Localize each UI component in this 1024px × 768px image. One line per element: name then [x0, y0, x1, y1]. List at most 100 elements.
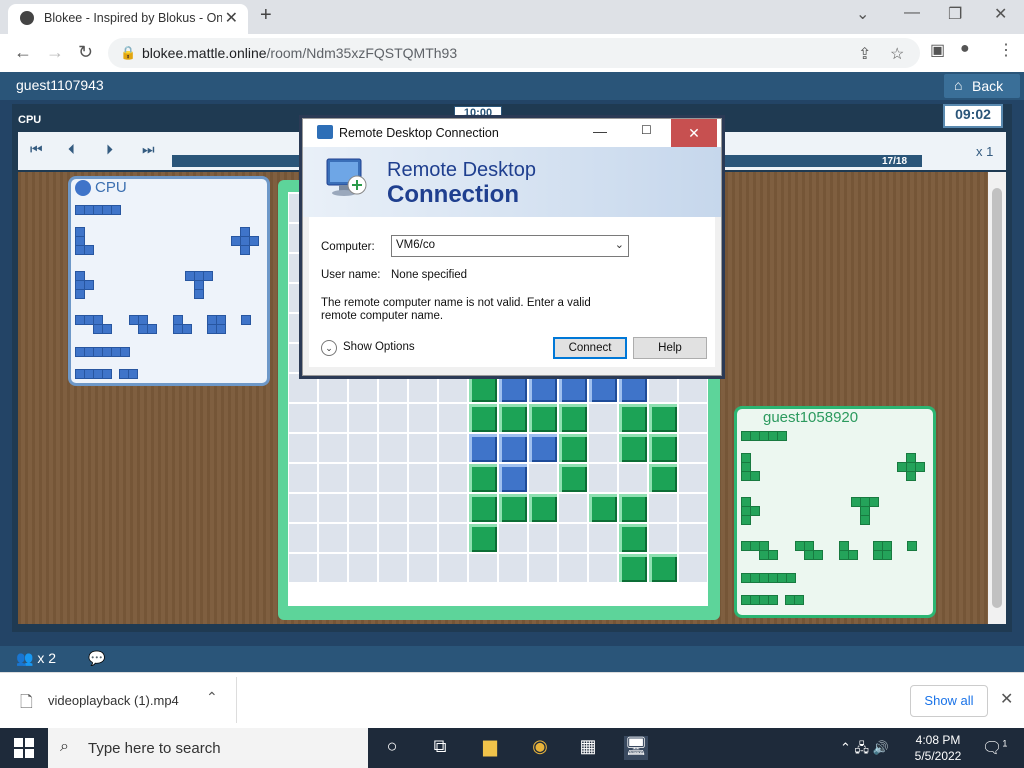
chevron-down-icon[interactable]: ⌄	[856, 4, 869, 24]
step-forward-icon[interactable]: ⏵	[106, 141, 126, 161]
remaining-piece-cell[interactable]	[120, 347, 130, 357]
remaining-piece-cell[interactable]	[768, 550, 778, 560]
board-cell[interactable]	[409, 464, 437, 492]
board-cell[interactable]	[409, 374, 437, 402]
board-cell[interactable]	[409, 524, 437, 552]
remaining-piece-cell[interactable]	[786, 573, 796, 583]
board-cell[interactable]	[439, 374, 467, 402]
step-back-icon[interactable]: ⏴	[68, 141, 88, 161]
board-cell[interactable]	[589, 434, 617, 462]
green-piece-cell[interactable]	[649, 554, 677, 582]
board-cell[interactable]	[379, 524, 407, 552]
board-cell[interactable]	[289, 494, 317, 522]
board-cell[interactable]	[349, 404, 377, 432]
remaining-piece-cell[interactable]	[102, 369, 112, 379]
board-cell[interactable]	[349, 554, 377, 582]
green-piece-cell[interactable]	[649, 404, 677, 432]
minimize-icon[interactable]: —	[904, 4, 920, 22]
board-cell[interactable]	[349, 374, 377, 402]
chat-icon[interactable]: 💬	[88, 650, 105, 667]
board-cell[interactable]	[439, 404, 467, 432]
green-piece-cell[interactable]	[559, 464, 587, 492]
back-button[interactable]: ⌂ Back	[944, 74, 1020, 98]
close-icon[interactable]: ✕	[1000, 689, 1013, 709]
remaining-piece-cell[interactable]	[813, 550, 823, 560]
green-piece-cell[interactable]	[499, 494, 527, 522]
board-cell[interactable]	[499, 524, 527, 552]
board-cell[interactable]	[319, 554, 347, 582]
remote-desktop-icon[interactable]: 🖥	[624, 736, 648, 760]
remaining-piece-cell[interactable]	[241, 315, 251, 325]
board-cell[interactable]	[559, 524, 587, 552]
board-cell[interactable]	[439, 464, 467, 492]
green-piece-cell[interactable]	[589, 494, 617, 522]
close-window-icon[interactable]: ✕	[994, 4, 1007, 24]
green-piece-cell[interactable]	[469, 464, 497, 492]
remaining-piece-cell[interactable]	[75, 289, 85, 299]
windows-start-icon[interactable]	[14, 738, 34, 758]
board-cell[interactable]	[379, 464, 407, 492]
board-cell[interactable]	[499, 554, 527, 582]
green-piece-cell[interactable]	[559, 434, 587, 462]
remaining-piece-cell[interactable]	[750, 471, 760, 481]
computer-field[interactable]: VM6/co ⌄	[391, 235, 629, 257]
board-cell[interactable]	[319, 404, 347, 432]
green-piece-cell[interactable]	[469, 374, 497, 402]
remaining-piece-cell[interactable]	[102, 324, 112, 334]
board-cell[interactable]	[409, 554, 437, 582]
remaining-piece-cell[interactable]	[794, 595, 804, 605]
green-piece-cell[interactable]	[619, 554, 647, 582]
remaining-piece-cell[interactable]	[768, 595, 778, 605]
board-cell[interactable]	[649, 374, 677, 402]
blue-piece-cell[interactable]	[469, 434, 497, 462]
board-cell[interactable]	[349, 494, 377, 522]
minimize-icon[interactable]: —	[593, 123, 607, 139]
green-piece-cell[interactable]	[649, 464, 677, 492]
players-count[interactable]: 👥 x 2	[16, 650, 56, 667]
taskbar-search[interactable]: ⌕ Type here to search	[48, 728, 368, 768]
chrome-icon[interactable]: ◉	[528, 736, 552, 760]
board-cell[interactable]	[679, 434, 707, 462]
board-cell[interactable]	[529, 554, 557, 582]
green-piece-cell[interactable]	[649, 434, 677, 462]
blue-piece-cell[interactable]	[499, 434, 527, 462]
chevron-down-icon[interactable]: ⌄	[615, 238, 624, 251]
new-tab-icon[interactable]: +	[260, 4, 272, 27]
board-cell[interactable]	[649, 494, 677, 522]
remaining-piece-cell[interactable]	[777, 431, 787, 441]
green-piece-cell[interactable]	[619, 524, 647, 552]
scrollbar-thumb[interactable]	[992, 188, 1002, 608]
board-cell[interactable]	[529, 524, 557, 552]
show-all-button[interactable]: Show all	[910, 685, 988, 717]
system-tray[interactable]: ⌃ 🖧 🔊	[840, 739, 889, 761]
green-piece-cell[interactable]	[619, 434, 647, 462]
green-piece-cell[interactable]	[529, 494, 557, 522]
playback-speed[interactable]: x 1	[976, 144, 993, 159]
url-field[interactable]: 🔒 blokee.mattle.online/room/Ndm35xzFQSTQ…	[108, 38, 920, 68]
board-cell[interactable]	[379, 554, 407, 582]
cortana-icon[interactable]: ○	[380, 736, 404, 760]
board-cell[interactable]	[529, 464, 557, 492]
restore-icon[interactable]: ❐	[948, 4, 962, 24]
remaining-piece-cell[interactable]	[240, 245, 250, 255]
reload-icon[interactable]: ↻	[78, 42, 93, 63]
board-cell[interactable]	[349, 464, 377, 492]
close-icon[interactable]: ✕	[671, 119, 717, 147]
chevron-up-icon[interactable]: ⌃	[206, 689, 218, 706]
remaining-piece-cell[interactable]	[147, 324, 157, 334]
board-cell[interactable]	[559, 554, 587, 582]
board-cell[interactable]	[349, 524, 377, 552]
side-panel-icon[interactable]: ▣	[930, 40, 945, 60]
close-tab-icon[interactable]: ✕	[225, 8, 238, 28]
board-cell[interactable]	[349, 434, 377, 462]
board-cell[interactable]	[289, 524, 317, 552]
share-icon[interactable]: ⇪	[858, 44, 871, 64]
board-cell[interactable]	[379, 404, 407, 432]
board-cell[interactable]	[319, 464, 347, 492]
skip-to-end-icon[interactable]: ⏭	[142, 141, 162, 161]
remaining-piece-cell[interactable]	[203, 271, 213, 281]
menu-kebab-icon[interactable]: ⋮	[998, 40, 1014, 60]
board-cell[interactable]	[379, 494, 407, 522]
forward-arrow-icon[interactable]: →	[46, 42, 64, 63]
notification-icon[interactable]: 🗨1	[982, 738, 1007, 758]
